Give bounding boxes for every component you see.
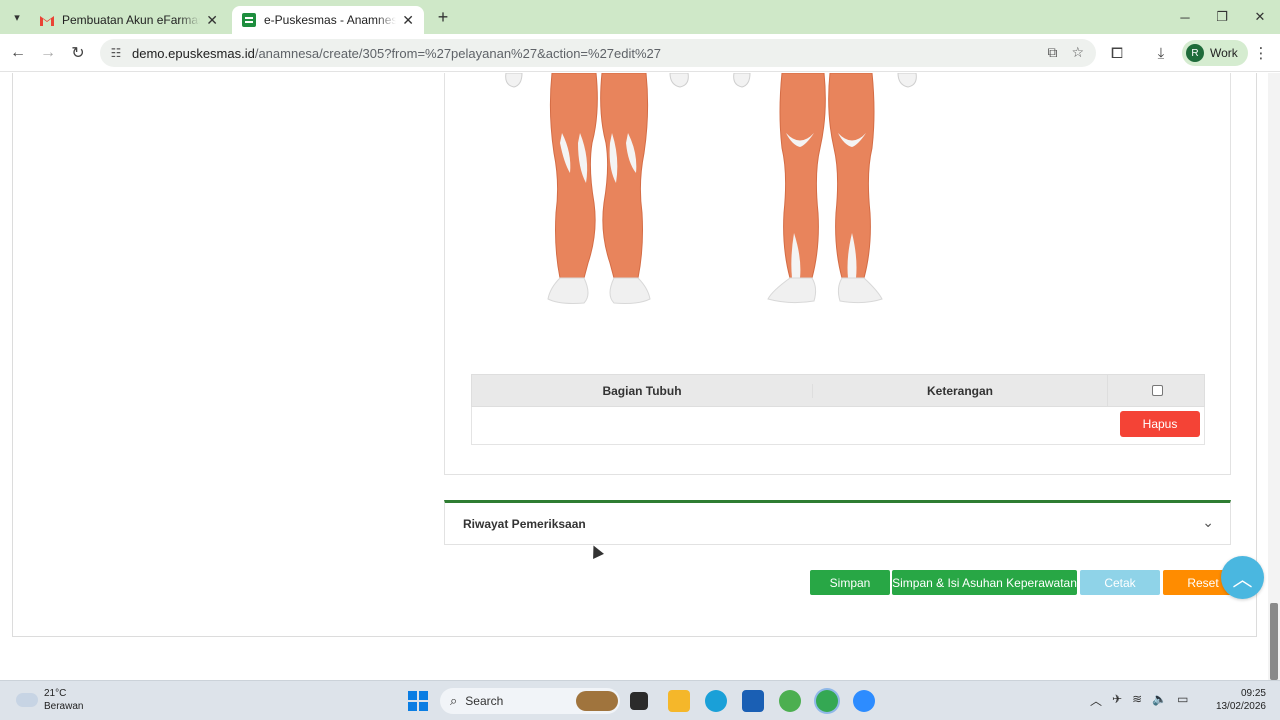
- system-tray: ︿ ✈ ≋ 🔈 ▭: [1090, 692, 1188, 709]
- bookmark-star-icon[interactable]: ☆: [1071, 44, 1084, 61]
- browser-tab-bar: ▾ Pembuatan Akun eFarmasi Kab ✕ e-Puskes…: [0, 0, 1280, 34]
- download-icon[interactable]: ⤓: [1151, 43, 1171, 63]
- new-tab-plus-icon[interactable]: +: [432, 6, 454, 28]
- back-left-hand: [733, 73, 751, 88]
- tab-epuskesmas[interactable]: e-Puskesmas - Anamnesa - Bua ✕: [232, 6, 424, 34]
- network-status-icon[interactable]: ✈: [1112, 692, 1122, 709]
- clock-time: 09:25: [1240, 688, 1266, 699]
- epuskesmas-icon: [242, 13, 256, 27]
- tab-title: e-Puskesmas - Anamnesa - Bua: [264, 13, 397, 27]
- back-right-hand: [897, 73, 917, 88]
- front-right-leg[interactable]: [600, 73, 649, 279]
- profile-label: Work: [1210, 46, 1238, 60]
- os-taskbar: 21°C Berawan ⌕ Search ︿ ✈ ≋ 🔈 ▭ 09:25 13…: [0, 680, 1280, 720]
- select-all-checkbox-cell: [1107, 374, 1206, 407]
- profile-button[interactable]: R Work: [1182, 40, 1248, 66]
- file-explorer-icon[interactable]: [668, 690, 690, 712]
- url-path: /anamnesa/create/305?from=%27pelayanan%2…: [254, 45, 662, 61]
- address-bar[interactable]: ☷ demo.epuskesmas.id/anamnesa/create/305…: [100, 39, 1096, 67]
- scrollbar-thumb[interactable]: [1270, 603, 1278, 680]
- minimize-icon[interactable]: ─: [1170, 6, 1200, 28]
- print-button[interactable]: Cetak: [1080, 570, 1160, 595]
- body-part-table-header: Bagian Tubuh Keterangan: [471, 374, 1205, 407]
- column-header-keterangan: Keterangan: [812, 383, 1107, 398]
- gmail-icon: [40, 15, 54, 26]
- wifi-icon[interactable]: ≋: [1132, 692, 1142, 709]
- back-right-foot: [837, 277, 883, 304]
- close-icon[interactable]: ✕: [402, 12, 414, 29]
- cloud-icon: [16, 693, 38, 707]
- site-info-icon[interactable]: ☷: [108, 45, 124, 61]
- browser-toolbar: ← → ↻ ☷ demo.epuskesmas.id/anamnesa/crea…: [0, 34, 1280, 72]
- back-left-foot: [767, 277, 817, 304]
- front-right-foot: [609, 277, 651, 304]
- windows-start-icon[interactable]: [408, 691, 428, 711]
- riwayat-pemeriksaan-accordion[interactable]: Riwayat Pemeriksaan ⌄: [444, 500, 1231, 545]
- tab-gmail[interactable]: Pembuatan Akun eFarmasi Kab ✕: [30, 6, 228, 34]
- translate-icon[interactable]: ⧉: [1047, 44, 1057, 61]
- window-close-icon[interactable]: ✕: [1245, 6, 1275, 28]
- avatar: R: [1186, 44, 1204, 62]
- system-clock[interactable]: 09:25 13/02/2026: [1210, 687, 1266, 713]
- restore-icon[interactable]: ❐: [1207, 6, 1237, 28]
- zoom-icon[interactable]: [853, 690, 875, 712]
- url-host: demo.epuskesmas.id: [132, 45, 255, 61]
- column-header-bagian-tubuh: Bagian Tubuh: [602, 383, 682, 398]
- reload-icon[interactable]: ↻: [66, 41, 90, 65]
- save-button[interactable]: Simpan: [810, 570, 890, 595]
- front-right-hand: [669, 73, 689, 88]
- front-left-foot: [547, 277, 589, 304]
- chrome-work-profile-icon[interactable]: [816, 690, 838, 712]
- search-label: Search: [465, 694, 504, 708]
- page-content: Bagian Tubuh Keterangan Hapus Riwayat Pe…: [0, 73, 1280, 680]
- kebab-menu-icon[interactable]: ⋮: [1251, 43, 1271, 63]
- weather-temperature: 21°C: [44, 688, 67, 699]
- body-muscle-diagram[interactable]: [500, 73, 920, 313]
- search-highlight-image: [576, 691, 618, 711]
- clock-date: 13/02/2026: [1215, 701, 1266, 712]
- scroll-to-top-chevron-up-icon[interactable]: ︿: [1221, 556, 1264, 599]
- edge-browser-icon[interactable]: [705, 690, 727, 712]
- front-left-leg[interactable]: [549, 73, 598, 279]
- close-icon[interactable]: ✕: [206, 12, 218, 29]
- save-and-nursing-button[interactable]: Simpan & Isi Asuhan Keperawatan: [892, 570, 1077, 595]
- forward-arrow-icon[interactable]: →: [36, 41, 60, 65]
- battery-icon[interactable]: ▭: [1177, 692, 1188, 709]
- body-part-table-row: Hapus: [471, 407, 1205, 445]
- page-scrollbar[interactable]: [1268, 73, 1280, 680]
- volume-icon[interactable]: 🔈: [1152, 692, 1167, 709]
- microsoft-store-icon[interactable]: [742, 690, 764, 712]
- task-view-icon[interactable]: [630, 692, 648, 710]
- weather-condition: Berawan: [44, 701, 84, 712]
- weather-widget[interactable]: 21°C Berawan: [16, 687, 83, 713]
- back-arrow-icon[interactable]: ←: [6, 41, 30, 65]
- delete-button[interactable]: Hapus: [1120, 411, 1200, 437]
- front-left-hand: [505, 73, 523, 88]
- taskbar-search[interactable]: ⌕ Search: [440, 688, 620, 714]
- accordion-title: Riwayat Pemeriksaan: [463, 516, 586, 531]
- chevron-up-icon[interactable]: ︿: [1090, 692, 1102, 709]
- search-icon: ⌕: [450, 693, 458, 708]
- extensions-puzzle-icon[interactable]: ⧠: [1107, 43, 1127, 63]
- chrome-icon[interactable]: [779, 690, 801, 712]
- chevron-down-icon[interactable]: ⌄: [1202, 514, 1214, 531]
- back-left-leg[interactable]: [779, 73, 826, 279]
- tab-title: Pembuatan Akun eFarmasi Kab: [62, 13, 200, 27]
- tab-search-chevron-icon[interactable]: ▾: [6, 6, 28, 28]
- select-all-checkbox[interactable]: [1151, 385, 1163, 396]
